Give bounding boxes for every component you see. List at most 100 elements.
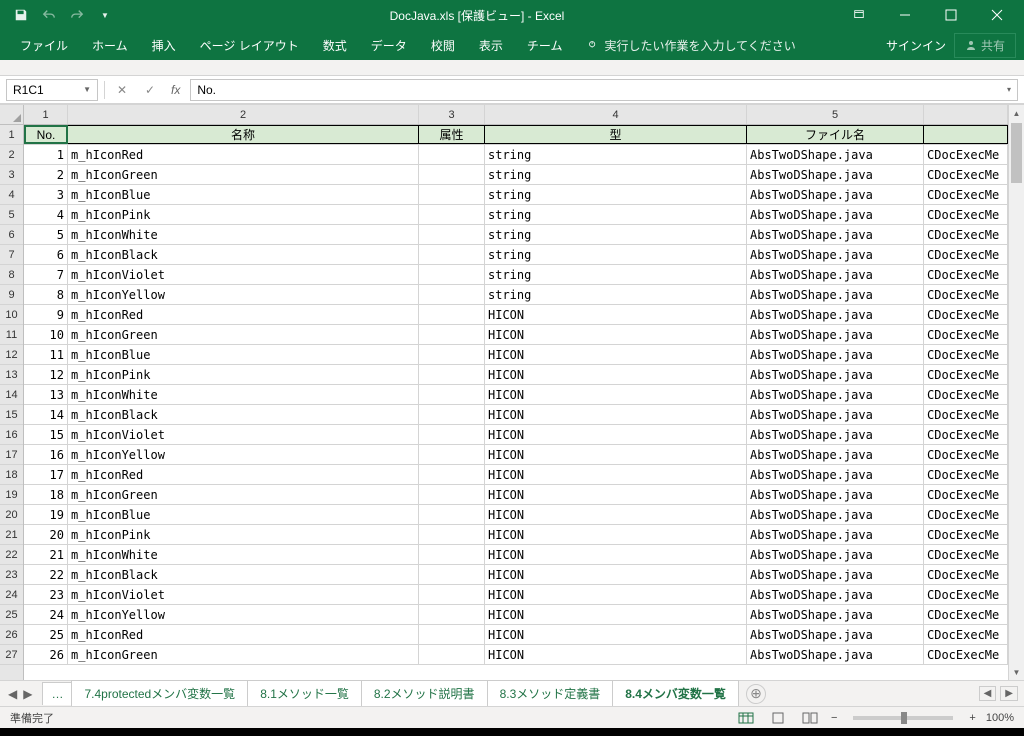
hscroll-right[interactable]: ▶: [1000, 686, 1018, 701]
cell[interactable]: HICON: [485, 405, 747, 424]
cell[interactable]: 10: [24, 325, 68, 344]
row-header[interactable]: 18: [0, 465, 23, 485]
cell[interactable]: m_hIconBlack: [68, 245, 419, 264]
cell[interactable]: CDocExecMe: [924, 285, 1008, 304]
cell[interactable]: 7: [24, 265, 68, 284]
row-header[interactable]: 4: [0, 185, 23, 205]
cell[interactable]: m_hIconGreen: [68, 165, 419, 184]
minimize-button[interactable]: [882, 0, 928, 30]
cell[interactable]: CDocExecMe: [924, 505, 1008, 524]
cell[interactable]: CDocExecMe: [924, 225, 1008, 244]
horizontal-scroll[interactable]: ◀ ▶: [979, 686, 1018, 701]
cell[interactable]: 23: [24, 585, 68, 604]
ribbon-tab-4[interactable]: 数式: [311, 33, 359, 58]
cell[interactable]: HICON: [485, 545, 747, 564]
row-header[interactable]: 26: [0, 625, 23, 645]
cell[interactable]: HICON: [485, 365, 747, 384]
cell[interactable]: string: [485, 285, 747, 304]
share-button[interactable]: 共有: [954, 33, 1016, 58]
cell[interactable]: 2: [24, 165, 68, 184]
zoom-slider[interactable]: [853, 716, 953, 720]
cell[interactable]: [419, 605, 485, 624]
hscroll-left[interactable]: ◀: [979, 686, 997, 701]
cell[interactable]: string: [485, 185, 747, 204]
cell[interactable]: [419, 285, 485, 304]
row-header[interactable]: 17: [0, 445, 23, 465]
cell[interactable]: 22: [24, 565, 68, 584]
row-header[interactable]: 2: [0, 145, 23, 165]
cell[interactable]: m_hIconWhite: [68, 545, 419, 564]
cell[interactable]: AbsTwoDShape.java: [747, 565, 924, 584]
row-header[interactable]: 7: [0, 245, 23, 265]
row-header[interactable]: 16: [0, 425, 23, 445]
cell[interactable]: [419, 245, 485, 264]
cell[interactable]: CDocExecMe: [924, 445, 1008, 464]
scroll-thumb[interactable]: [1011, 123, 1022, 183]
cell[interactable]: HICON: [485, 445, 747, 464]
row-header[interactable]: 24: [0, 585, 23, 605]
formula-expand-icon[interactable]: ▾: [1007, 85, 1011, 94]
cell[interactable]: [419, 165, 485, 184]
cell[interactable]: [419, 645, 485, 664]
cell[interactable]: CDocExecMe: [924, 205, 1008, 224]
close-button[interactable]: [974, 0, 1020, 30]
cell[interactable]: CDocExecMe: [924, 305, 1008, 324]
cell[interactable]: m_hIconViolet: [68, 265, 419, 284]
cell[interactable]: 26: [24, 645, 68, 664]
cell[interactable]: [419, 465, 485, 484]
cell[interactable]: 14: [24, 405, 68, 424]
cell[interactable]: HICON: [485, 325, 747, 344]
cell[interactable]: m_hIconRed: [68, 625, 419, 644]
sheet-tab-overflow[interactable]: …: [42, 682, 72, 705]
cell[interactable]: m_hIconBlue: [68, 505, 419, 524]
cell[interactable]: [419, 405, 485, 424]
sheet-tab[interactable]: 8.4メンバ変数一覧: [612, 680, 739, 708]
cell[interactable]: [419, 625, 485, 644]
sheet-tab[interactable]: 7.4protectedメンバ変数一覧: [71, 680, 248, 708]
cell[interactable]: 4: [24, 205, 68, 224]
cell[interactable]: m_hIconRed: [68, 145, 419, 164]
column-header[interactable]: 3: [419, 105, 485, 124]
cell[interactable]: m_hIconViolet: [68, 425, 419, 444]
cell[interactable]: [419, 505, 485, 524]
cell[interactable]: AbsTwoDShape.java: [747, 465, 924, 484]
cell[interactable]: AbsTwoDShape.java: [747, 485, 924, 504]
header-cell[interactable]: [924, 125, 1008, 144]
row-header[interactable]: 19: [0, 485, 23, 505]
cell[interactable]: 3: [24, 185, 68, 204]
cell[interactable]: AbsTwoDShape.java: [747, 365, 924, 384]
row-header[interactable]: 9: [0, 285, 23, 305]
cell[interactable]: HICON: [485, 485, 747, 504]
header-cell[interactable]: No.: [24, 125, 68, 144]
cell[interactable]: CDocExecMe: [924, 145, 1008, 164]
cell[interactable]: string: [485, 245, 747, 264]
cell[interactable]: 6: [24, 245, 68, 264]
cell[interactable]: CDocExecMe: [924, 525, 1008, 544]
cell[interactable]: HICON: [485, 645, 747, 664]
row-header[interactable]: 10: [0, 305, 23, 325]
cell[interactable]: 24: [24, 605, 68, 624]
cell[interactable]: [419, 425, 485, 444]
cell[interactable]: m_hIconYellow: [68, 605, 419, 624]
cell[interactable]: AbsTwoDShape.java: [747, 225, 924, 244]
header-cell[interactable]: 型: [485, 125, 747, 144]
cell[interactable]: AbsTwoDShape.java: [747, 605, 924, 624]
view-page-layout-button[interactable]: [767, 709, 789, 727]
cell[interactable]: 9: [24, 305, 68, 324]
row-header[interactable]: 25: [0, 605, 23, 625]
cell[interactable]: [419, 345, 485, 364]
cell[interactable]: m_hIconPink: [68, 365, 419, 384]
cell[interactable]: HICON: [485, 565, 747, 584]
fx-icon[interactable]: fx: [167, 83, 184, 97]
cell[interactable]: AbsTwoDShape.java: [747, 585, 924, 604]
sheet-tab[interactable]: 8.2メソッド説明書: [361, 680, 488, 708]
signin-link[interactable]: サインイン: [886, 37, 946, 54]
cell[interactable]: m_hIconRed: [68, 465, 419, 484]
cell[interactable]: AbsTwoDShape.java: [747, 345, 924, 364]
cell[interactable]: 1: [24, 145, 68, 164]
cell[interactable]: 8: [24, 285, 68, 304]
cell[interactable]: CDocExecMe: [924, 645, 1008, 664]
ribbon-tab-7[interactable]: 表示: [467, 33, 515, 58]
cell[interactable]: AbsTwoDShape.java: [747, 545, 924, 564]
zoom-in-button[interactable]: +: [969, 712, 975, 724]
